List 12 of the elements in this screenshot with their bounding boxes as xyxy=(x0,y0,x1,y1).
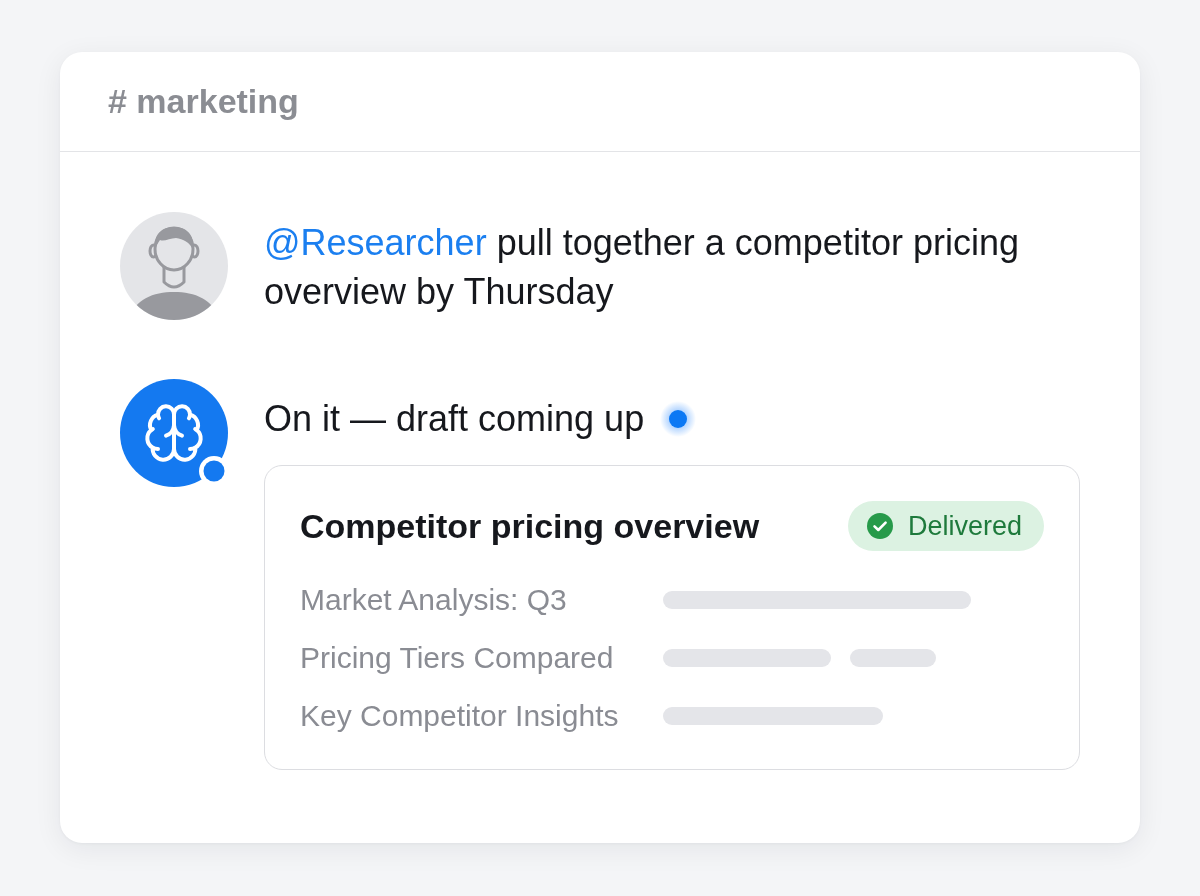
user-silhouette-icon xyxy=(120,212,228,320)
status-label: Delivered xyxy=(907,512,1022,540)
channel-title: # marketing xyxy=(108,81,299,122)
message-text: On it — draft coming up xyxy=(264,397,645,441)
mention-link[interactable]: @Researcher xyxy=(264,222,487,263)
section-title: Key Competitor Insights xyxy=(300,698,620,734)
document-title: Competitor pricing overview xyxy=(300,506,760,547)
section-title: Market Analysis: Q3 xyxy=(300,582,568,618)
brain-avatar-icon xyxy=(120,379,228,487)
section-title: Pricing Tiers Compared xyxy=(300,640,615,676)
message-text: @Researcher pull together a competitor pricing overview by Thursday xyxy=(264,221,1020,314)
check-circle-icon xyxy=(866,513,893,539)
